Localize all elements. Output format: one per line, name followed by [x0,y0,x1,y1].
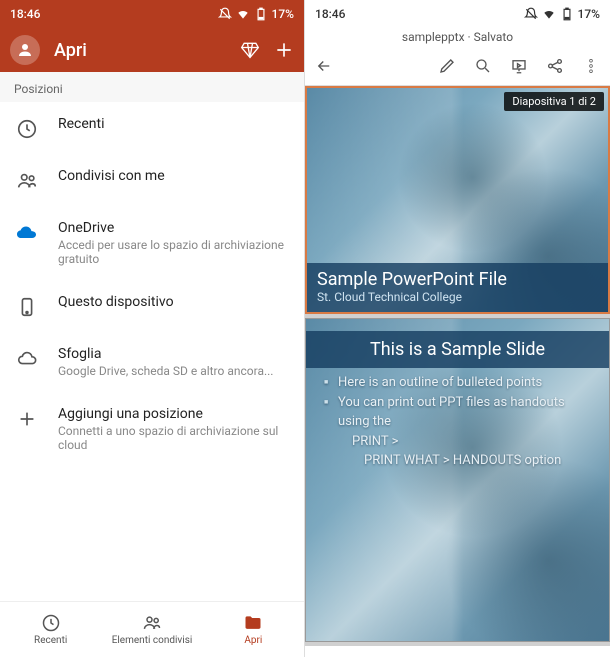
slide1-subtitle: St. Cloud Technical College [317,290,598,304]
bell-off-icon [524,7,538,21]
list-item-browse[interactable]: Sfoglia Google Drive, scheda SD e altro a… [0,332,304,392]
people-icon [142,613,162,633]
section-label: Posizioni [0,72,304,102]
plus-icon [274,40,294,60]
clock-icon [16,118,38,140]
toolbar [305,50,610,86]
app-header: Apri [0,28,304,72]
presentation-icon [510,57,528,75]
more-button[interactable] [582,57,600,79]
nav-label: Elementi condivisi [112,635,193,646]
list-item-recents[interactable]: Recenti [0,102,304,154]
onedrive-icon [15,222,39,246]
page-title: Apri [54,40,226,61]
item-title: OneDrive [58,220,290,236]
item-title: Recenti [58,116,290,132]
back-button[interactable] [315,57,333,79]
item-title: Condivisi con me [58,168,290,184]
status-battery: 17% [578,7,600,21]
slide-1[interactable]: Sample PowerPoint File St. Cloud Technic… [305,86,610,314]
item-title: Aggiungi una posizione [58,406,290,422]
phone-icon [16,296,38,318]
slide-counter: Diapositiva 1 di 2 [504,92,604,111]
nav-label: Apri [244,635,262,646]
plus-icon [16,408,38,430]
nav-shared[interactable]: Elementi condivisi [101,602,202,657]
new-button[interactable] [274,40,294,60]
search-button[interactable] [474,57,492,79]
slide-2[interactable]: This is a Sample Slide Here is an outlin… [305,318,610,642]
list-item-onedrive[interactable]: OneDrive Accedi per usare lo spazio di ar… [0,206,304,280]
status-battery: 17% [272,7,294,21]
bullet-item: Here is an outline of bulleted points [324,373,599,393]
share-icon [546,57,564,75]
status-bar: 18:46 17% [305,0,610,28]
nav-open[interactable]: Apri [203,602,304,657]
list-item-shared[interactable]: Condivisi con me [0,154,304,206]
share-button[interactable] [546,57,564,79]
list-item-device[interactable]: Questo dispositivo [0,280,304,332]
slides-area[interactable]: Diapositiva 1 di 2 Sample PowerPoint Fil… [305,86,610,646]
nav-label: Recenti [34,635,67,646]
list-item-add-location[interactable]: Aggiungi una posizione Connetti a uno spa… [0,392,304,466]
present-button[interactable] [510,57,528,79]
battery-icon [560,7,574,21]
folder-icon [243,613,263,633]
bottom-nav: Recenti Elementi condivisi Apri [0,601,304,657]
battery-icon [254,7,268,21]
slide1-title: Sample PowerPoint File [317,269,598,290]
search-icon [474,57,492,75]
pencil-icon [438,57,456,75]
item-subtitle: Google Drive, scheda SD e altro ancora..… [58,364,290,378]
wifi-icon [236,7,250,21]
slide2-heading: This is a Sample Slide [306,331,609,368]
edit-button[interactable] [438,57,456,79]
cloud-icon [16,348,38,370]
item-title: Questo dispositivo [58,294,290,310]
status-time: 18:46 [315,7,345,21]
clock-icon [41,613,61,633]
status-bar: 18:46 17% [0,0,304,28]
nav-recents[interactable]: Recenti [0,602,101,657]
account-button[interactable] [10,35,40,65]
item-subtitle: Accedi per usare lo spazio di archiviazi… [58,238,290,266]
status-time: 18:46 [10,7,40,21]
bullet-item: You can print out PPT files as handouts … [324,393,599,471]
item-title: Sfoglia [58,346,290,362]
item-subtitle: Connetti a uno spazio di archiviazione s… [58,424,290,452]
wifi-icon [542,7,556,21]
people-icon [16,170,38,192]
arrow-left-icon [315,57,333,75]
bell-off-icon [218,7,232,21]
person-icon [16,41,34,59]
doc-title: samplepptx · Salvato [305,28,610,50]
premium-button[interactable] [240,40,260,60]
more-vertical-icon [582,57,600,75]
diamond-icon [240,40,260,60]
